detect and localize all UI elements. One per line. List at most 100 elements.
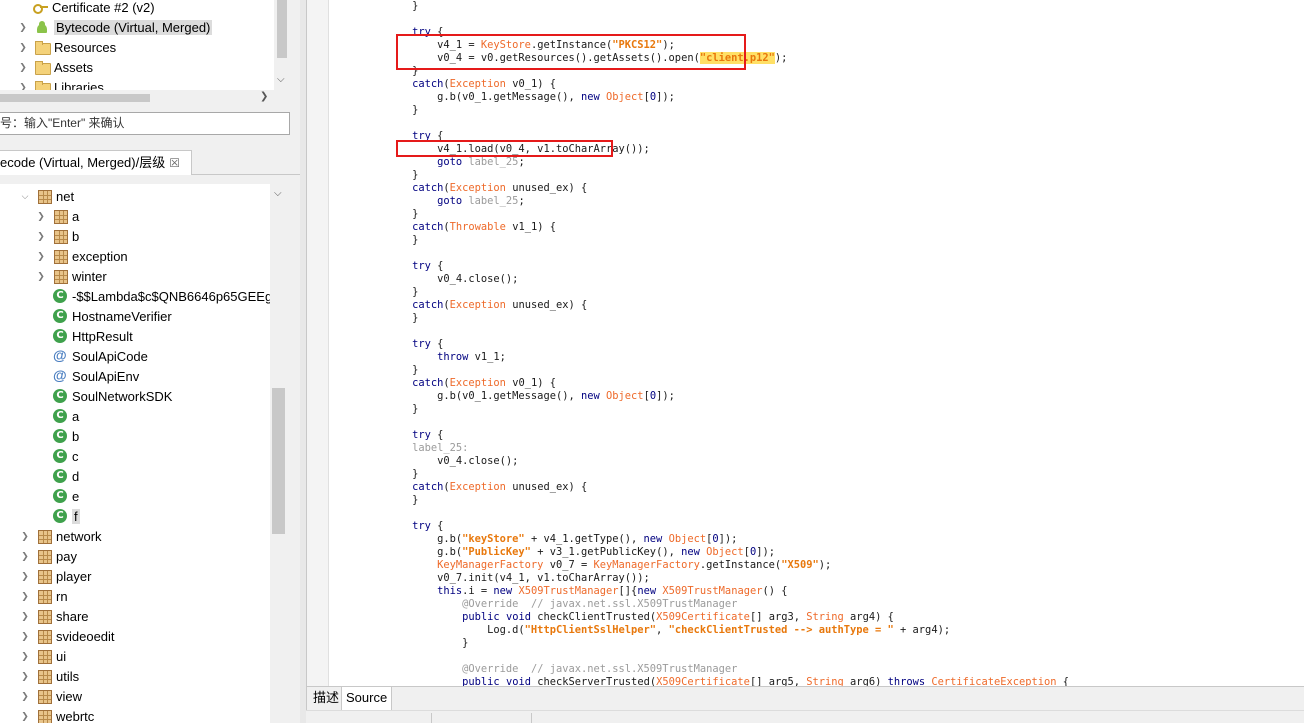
code-token: .getInstance(	[699, 559, 782, 571]
code-line: catch(Exception v0_1) {	[337, 377, 556, 390]
code-token: X509TrustManager	[662, 585, 763, 597]
tree-item-package[interactable]: ❯ pay	[20, 546, 77, 566]
tree-item-resources[interactable]: ❯ Resources	[18, 37, 116, 57]
code-token: {	[430, 260, 444, 272]
chevron-right-icon[interactable]: ❯	[20, 546, 30, 566]
code-token: void	[505, 676, 531, 686]
class-icon	[52, 308, 68, 324]
tree-item-package[interactable]: ❯ ui	[20, 646, 66, 666]
scroll-thumb[interactable]	[277, 0, 287, 58]
source-code-area[interactable]: } try { v4_1 = KeyStore.getInstance("PKC…	[337, 0, 1303, 686]
code-token: }	[337, 312, 419, 324]
chevron-down-icon[interactable]: ⌵	[277, 74, 285, 85]
code-token: g.b(v0_1.getMessage(),	[337, 91, 581, 103]
tab-source[interactable]: Source	[341, 687, 393, 711]
code-line: }	[337, 0, 418, 13]
chevron-right-icon[interactable]: ❯	[20, 606, 30, 626]
class-icon	[52, 448, 68, 464]
project-tree-vscroll[interactable]: ⌵	[274, 0, 290, 92]
tree-item-class[interactable]: a	[36, 406, 79, 426]
filter-input[interactable]: 号：输入"Enter" 来确认	[0, 112, 290, 135]
tree-item-package[interactable]: ❯ utils	[20, 666, 79, 686]
tree-item-class[interactable]: c	[36, 446, 79, 466]
tree-item-package[interactable]: ❯ svideoedit	[20, 626, 115, 646]
tree-item-package[interactable]: ❯ rn	[20, 586, 68, 606]
tree-item-package[interactable]: ❯ view	[20, 686, 82, 706]
tree-item-class[interactable]: -$$Lambda$c$QNB6646p65GEEg5	[36, 286, 270, 306]
package-icon	[52, 268, 68, 284]
tree-item-class[interactable]: d	[36, 466, 79, 486]
chevron-right-icon[interactable]: ❯	[20, 706, 30, 723]
tree-item-package[interactable]: ❯ share	[20, 606, 89, 626]
tree-item-class[interactable]: SoulNetworkSDK	[36, 386, 172, 406]
tree-item-package[interactable]: ❯ a	[36, 206, 79, 226]
code-token: }	[337, 0, 419, 12]
class-icon	[52, 468, 68, 484]
tree-item-interface[interactable]: SoulApiCode	[36, 346, 148, 366]
code-token: throws	[887, 676, 926, 686]
tree-item-class[interactable]: HttpResult	[36, 326, 133, 346]
code-token: .i =	[462, 585, 494, 597]
package-icon	[36, 188, 52, 204]
tree-item-label: f	[72, 508, 80, 524]
chevron-right-icon[interactable]: ❯	[260, 91, 268, 102]
code-token: goto	[437, 156, 463, 168]
chevron-up-icon[interactable]: ⌵	[274, 188, 282, 199]
chevron-down-icon[interactable]: ⌵	[20, 186, 30, 206]
code-token: Log.d(	[337, 624, 525, 636]
tree-item-package[interactable]: ❯ network	[20, 526, 102, 546]
project-tree-hscroll[interactable]: ❯	[0, 90, 274, 106]
code-line: }	[337, 234, 418, 247]
code-line: try {	[337, 520, 443, 533]
tree-item-assets[interactable]: ❯ Assets	[18, 57, 93, 77]
scroll-thumb[interactable]	[272, 388, 285, 534]
tree-item-class[interactable]: b	[36, 426, 79, 446]
tree-item-certificate[interactable]: Certificate #2 (v2)	[32, 0, 155, 17]
tree-item-package[interactable]: ❯ player	[20, 566, 91, 586]
chevron-right-icon[interactable]: ❯	[18, 37, 28, 57]
tree-item-class[interactable]: HostnameVerifier	[36, 306, 172, 326]
tree-item-interface[interactable]: SoulApiEnv	[36, 366, 139, 386]
chevron-right-icon[interactable]: ❯	[20, 566, 30, 586]
tree-item-package[interactable]: ❯ winter	[36, 266, 107, 286]
chevron-right-icon[interactable]: ❯	[20, 526, 30, 546]
scroll-thumb[interactable]	[0, 94, 150, 102]
chevron-right-icon[interactable]: ❯	[36, 206, 46, 226]
tab-description[interactable]: 描述	[309, 687, 343, 711]
code-token: g.b(v0_1.getMessage(),	[337, 390, 581, 402]
highlight-box	[396, 34, 746, 70]
code-line: }	[337, 208, 418, 221]
chevron-right-icon[interactable]: ❯	[20, 646, 30, 666]
tree-item-package[interactable]: ❯ b	[36, 226, 79, 246]
tab-hierarchy[interactable]: ecode (Virtual, Merged)/层级 ☒	[0, 150, 192, 175]
tree-item-class[interactable]: f	[36, 506, 80, 526]
chevron-right-icon[interactable]: ❯	[18, 57, 28, 77]
chevron-right-icon[interactable]: ❯	[18, 17, 28, 37]
chevron-right-icon[interactable]: ❯	[20, 626, 30, 646]
tree-item-bytecode[interactable]: ❯ Bytecode (Virtual, Merged)	[18, 17, 213, 37]
code-token: "checkClientTrusted --> authType = "	[668, 624, 894, 636]
chevron-right-icon[interactable]: ❯	[20, 586, 30, 606]
chevron-right-icon[interactable]: ❯	[20, 666, 30, 686]
chevron-right-icon[interactable]: ❯	[36, 226, 46, 246]
chevron-right-icon[interactable]: ❯	[36, 266, 46, 286]
code-token: g.b(	[337, 546, 463, 558]
code-token: }	[337, 403, 419, 415]
chevron-right-icon[interactable]: ❯	[36, 246, 46, 266]
tree-item-class[interactable]: e	[36, 486, 79, 506]
code-token: }	[337, 286, 419, 298]
hierarchy-tree-vscroll[interactable]: ⌵	[270, 184, 287, 723]
tree-item-package[interactable]: ❯ exception	[36, 246, 128, 266]
close-icon[interactable]: ☒	[169, 156, 180, 170]
code-token: Exception	[449, 78, 506, 90]
code-token: }	[337, 364, 419, 376]
class-icon	[52, 408, 68, 424]
tree-item-package[interactable]: ❯ webrtc	[20, 706, 94, 723]
chevron-right-icon[interactable]: ❯	[20, 686, 30, 706]
package-icon	[36, 588, 52, 604]
tree-item-package[interactable]: ⌵ net	[20, 186, 74, 206]
